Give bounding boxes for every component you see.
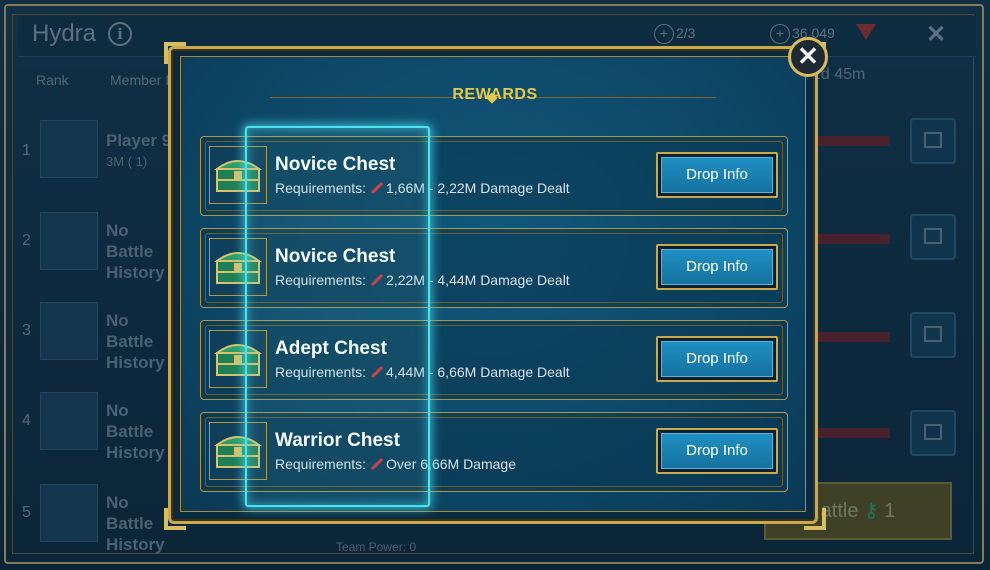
sword-icon [370,273,384,287]
drop-info-button[interactable]: Drop Info [656,244,778,290]
sword-icon [370,181,384,195]
close-button[interactable]: ✕ [788,37,828,77]
frame-corner [164,42,186,64]
reward-row: Novice Chest Requirements: 2,22M - 4,44M … [200,228,788,308]
drop-info-button[interactable]: Drop Info [656,428,778,474]
drop-info-button[interactable]: Drop Info [656,152,778,198]
frame-corner [164,508,186,530]
reward-requirements: Requirements: Over 6,66M Damage [275,456,516,472]
reward-name: Adept Chest [275,338,387,359]
reward-requirements: Requirements: 2,22M - 4,44M Damage Dealt [275,272,570,288]
reward-requirements: Requirements: 1,66M - 2,22M Damage Dealt [275,180,570,196]
reward-name: Warrior Chest [275,430,400,451]
sword-icon [370,457,384,471]
chest-icon [209,330,267,388]
chest-icon [209,422,267,480]
reward-name: Novice Chest [275,154,396,175]
reward-requirements: Requirements: 4,44M - 6,66M Damage Dealt [275,364,570,380]
drop-info-button[interactable]: Drop Info [656,336,778,382]
reward-row: Novice Chest Requirements: 1,66M - 2,22M … [200,136,788,216]
chest-icon [209,146,267,204]
close-icon: ✕ [797,41,819,71]
chest-icon [209,238,267,296]
modal-title: REWARDS [452,86,538,103]
sword-icon [370,365,384,379]
reward-row: Warrior Chest Requirements: Over 6,66M Da… [200,412,788,492]
reward-name: Novice Chest [275,246,396,267]
reward-row: Adept Chest Requirements: 4,44M - 6,66M D… [200,320,788,400]
frame-corner [804,508,826,530]
